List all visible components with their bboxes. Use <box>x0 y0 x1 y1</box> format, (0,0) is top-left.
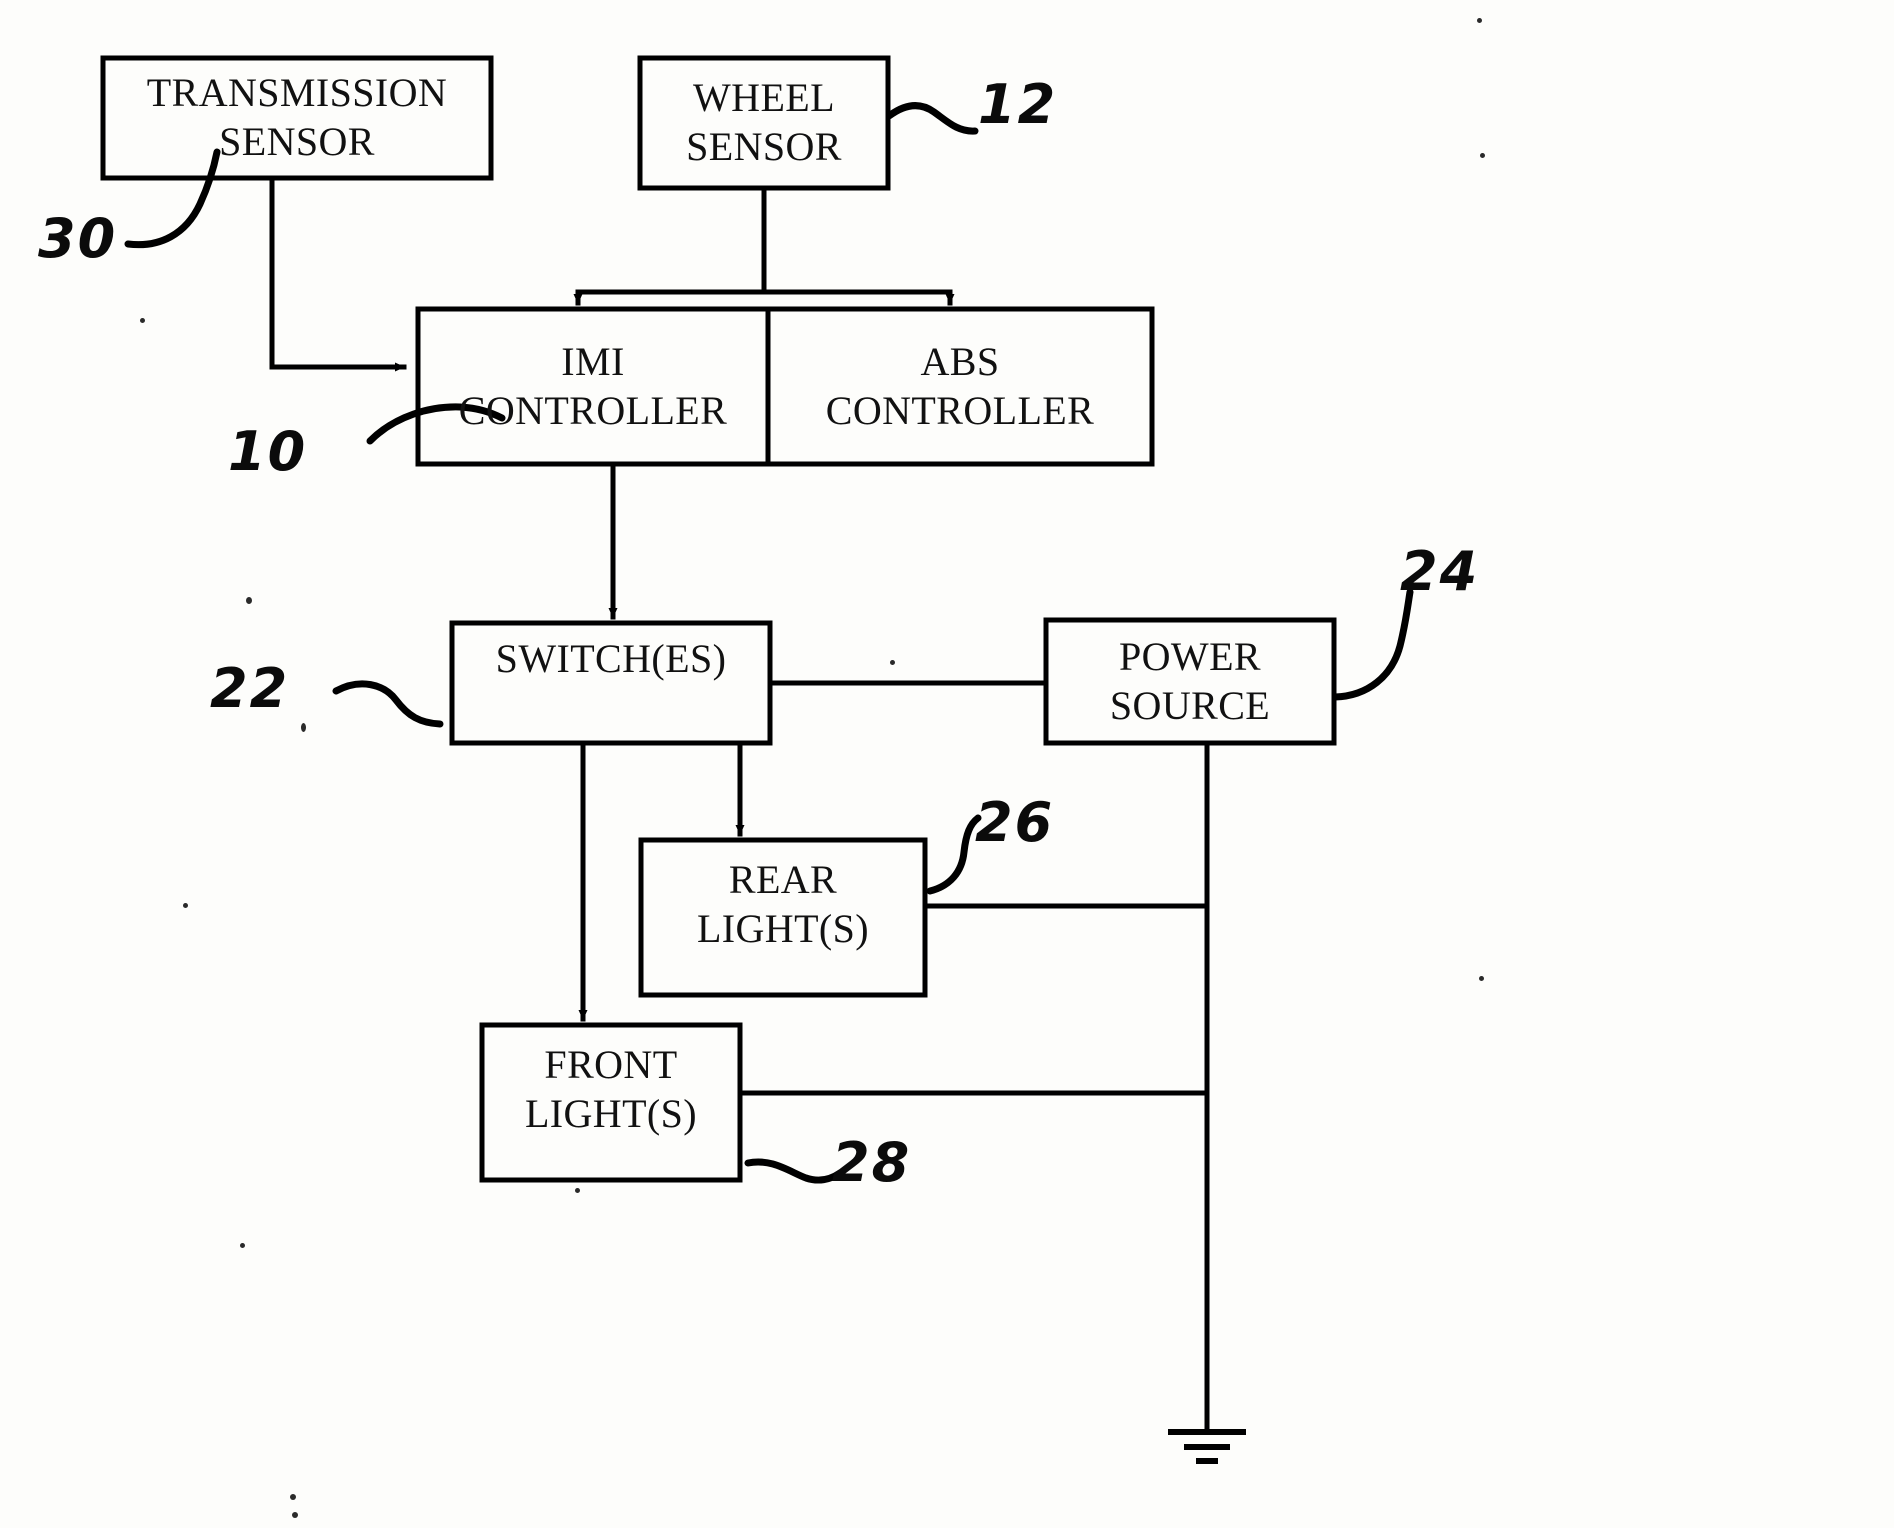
scan-speck <box>292 1512 298 1518</box>
block-front-lights <box>479 1022 743 1183</box>
ground-symbol <box>1168 1429 1246 1464</box>
block-power-source <box>1043 617 1337 746</box>
patent-figure-canvas: TRANSMISSION SENSOR WHEEL SENSOR IMI CON… <box>0 0 1894 1528</box>
leader-26 <box>926 814 982 895</box>
scan-speck <box>301 723 306 732</box>
scan-speck <box>1477 18 1482 23</box>
scan-speck <box>240 1243 245 1248</box>
scan-speck <box>575 1188 580 1193</box>
block-controller-group <box>415 306 1155 467</box>
block-switches <box>449 620 773 746</box>
leader-30 <box>124 148 221 249</box>
scan-speck <box>183 903 188 908</box>
leader-28 <box>744 1158 844 1184</box>
leader-24 <box>1331 588 1414 701</box>
scan-speck <box>290 1494 296 1500</box>
block-wheel-sensor <box>637 55 891 191</box>
leader-12 <box>885 102 979 135</box>
scan-speck <box>890 660 895 665</box>
block-diagram <box>100 55 1414 1464</box>
scan-speck <box>140 318 145 323</box>
scan-speck <box>246 597 252 604</box>
leader-10 <box>366 403 506 445</box>
block-transmission-sensor <box>100 55 494 181</box>
scan-speck <box>1479 976 1484 981</box>
scan-speck <box>1480 153 1485 158</box>
block-rear-lights <box>638 837 928 998</box>
leader-22 <box>332 680 444 728</box>
wire-transmission-to-imi <box>269 175 407 372</box>
